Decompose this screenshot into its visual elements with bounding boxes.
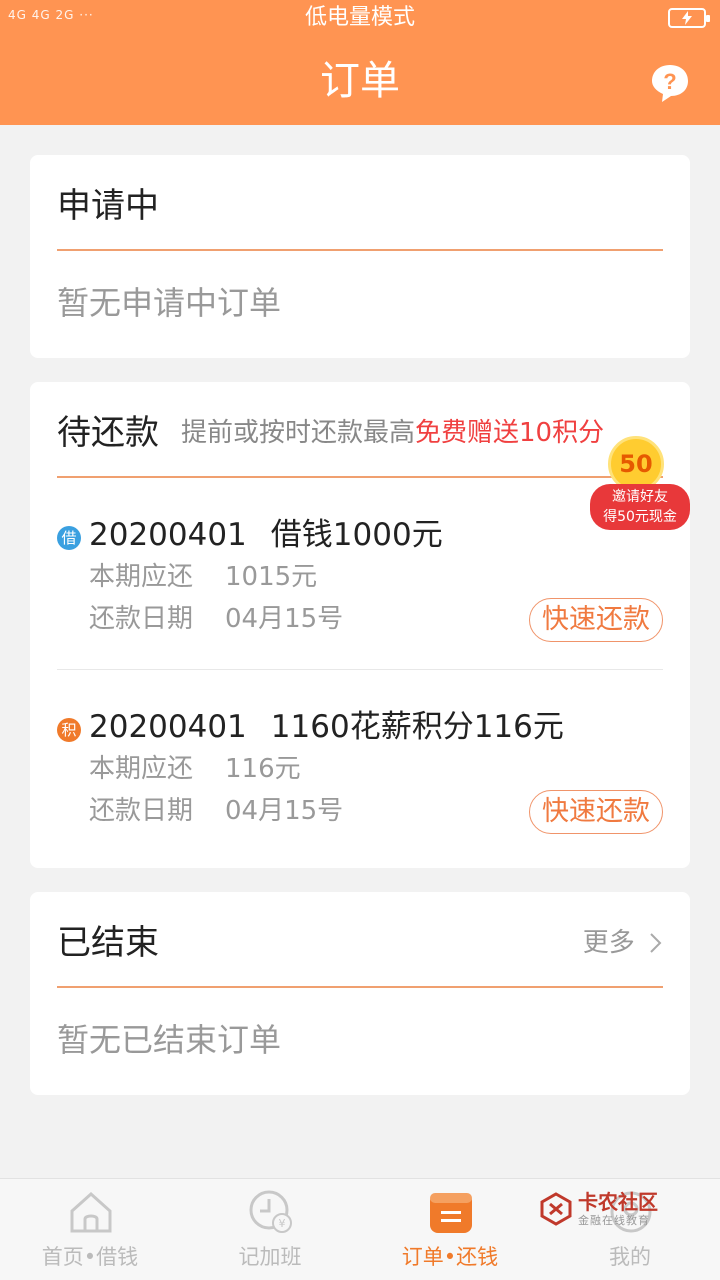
watermark-title: 卡农社区 — [578, 1190, 658, 1214]
order-divider — [57, 669, 663, 670]
tab-orders[interactable]: 订单•还钱 — [360, 1179, 540, 1280]
invite-friends-badge[interactable]: 50 邀请好友 得50元现金 — [590, 430, 690, 530]
order-due-line: 本期应还 1015元 — [89, 560, 317, 594]
chevron-right-icon — [650, 933, 662, 953]
watermark-subtitle: 金融在线教育 — [578, 1214, 650, 1227]
order-date-line: 还款日期 04月15号 — [89, 794, 343, 828]
tab-label: 首页•借钱 — [41, 1245, 139, 1269]
watermark-logo-icon — [540, 1192, 572, 1226]
home-icon — [70, 1191, 112, 1233]
header-bar: 订单 ? — [0, 36, 720, 125]
order-due-line: 本期应还 116元 — [89, 752, 301, 786]
clock-icon: ¥ — [249, 1190, 292, 1233]
order-date-line: 还款日期 04月15号 — [89, 602, 343, 636]
svg-text:?: ? — [663, 69, 676, 94]
repay-date-value: 04月15号 — [225, 604, 344, 634]
repay-tip-highlight: 免费赠送10积分 — [415, 418, 605, 448]
applying-title: 申请中 — [57, 186, 159, 226]
order-date: 20200401 — [89, 517, 247, 553]
tab-label: 我的 — [609, 1245, 651, 1269]
status-bar: 4G 4G 2G ··· 低电量模式 — [0, 0, 720, 36]
order-heading: 20200401 1160花薪积分116元 — [89, 706, 564, 748]
due-label: 本期应还 — [89, 562, 194, 592]
repay-title: 待还款 — [57, 413, 159, 453]
order-icon — [430, 1193, 472, 1233]
quick-repay-button[interactable]: 快速还款 — [529, 598, 663, 642]
order-heading: 20200401 借钱1000元 — [89, 514, 443, 556]
finished-title: 已结束 — [57, 923, 159, 963]
applying-empty-text: 暂无申请中订单 — [57, 284, 282, 322]
repay-tip-prefix: 提前或按时还款最高 — [181, 418, 416, 448]
finished-empty-text: 暂无已结束订单 — [57, 1021, 282, 1059]
help-button[interactable]: ? — [650, 63, 690, 103]
order-date: 20200401 — [89, 709, 247, 745]
order-item[interactable]: 借 20200401 借钱1000元 本期应还 1015元 还款日期 04月15号 快… — [57, 514, 663, 644]
tab-label: 记加班 — [238, 1245, 302, 1269]
loan-badge-icon: 借 — [57, 526, 81, 550]
tab-label: 订单•还钱 — [401, 1245, 499, 1269]
low-power-mode-label: 低电量模式 — [304, 5, 415, 30]
question-icon: ? — [652, 65, 688, 102]
repay-date-label: 还款日期 — [89, 604, 194, 634]
finished-card: 已结束 更多 暂无已结束订单 — [30, 892, 690, 1095]
battery-icon — [668, 8, 710, 28]
applying-card: 申请中 暂无申请中订单 — [30, 155, 690, 358]
watermark: 卡农社区 金融在线教育 — [540, 1190, 670, 1230]
more-link[interactable]: 更多 — [583, 926, 663, 960]
invite-label: 邀请好友 得50元现金 — [590, 484, 690, 530]
order-item[interactable]: 积 20200401 1160花薪积分116元 本期应还 116元 还款日期 04月1… — [57, 706, 663, 836]
due-value: 116元 — [225, 754, 301, 784]
repay-header: 待还款 提前或按时还款最高免费赠送10积分 — [57, 382, 663, 478]
svg-text:¥: ¥ — [279, 1217, 286, 1230]
order-desc: 1160花薪积分116元 — [270, 709, 564, 745]
points-badge-icon: 积 — [57, 718, 81, 742]
repay-tip: 提前或按时还款最高免费赠送10积分 — [181, 416, 604, 450]
more-label: 更多 — [582, 928, 635, 958]
finished-header: 已结束 更多 — [57, 892, 663, 988]
invite-line1: 邀请好友 — [612, 489, 668, 505]
tab-overtime[interactable]: ¥ 记加班 — [180, 1179, 360, 1280]
repay-date-value: 04月15号 — [225, 796, 344, 826]
applying-header: 申请中 — [57, 155, 663, 251]
order-desc: 借钱1000元 — [270, 517, 443, 553]
invite-line2: 得50元现金 — [603, 509, 677, 525]
due-value: 1015元 — [225, 562, 318, 592]
quick-repay-button[interactable]: 快速还款 — [529, 790, 663, 834]
due-label: 本期应还 — [89, 754, 194, 784]
page-title: 订单 — [320, 58, 400, 104]
tab-home[interactable]: 首页•借钱 — [0, 1179, 180, 1280]
repay-date-label: 还款日期 — [89, 796, 194, 826]
